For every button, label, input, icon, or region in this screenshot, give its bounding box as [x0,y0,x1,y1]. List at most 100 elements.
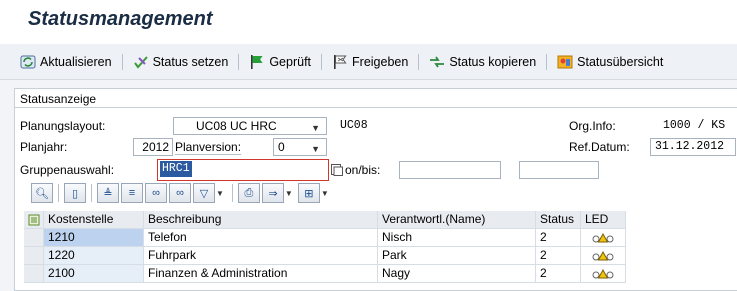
set-status-icon [133,55,149,69]
page-title: Statusmanagement [28,8,213,30]
set-status-label: Status setzen [152,54,229,69]
binoculars-icon: ∞ [152,187,160,199]
copy-status-button[interactable]: Status kopieren [423,51,542,73]
group-selection-label: Gruppenauswahl: [20,163,115,177]
from-to-label: on/bis: [345,163,381,177]
chevron-down-icon[interactable]: ▼ [311,120,320,136]
sort-descending-icon: ≡ [128,187,136,199]
cost-center-cell[interactable]: 1220 [44,247,144,265]
release-flag-icon [332,54,348,69]
planning-layout-value: UC08 UC HRC [196,119,277,133]
responsible-cell[interactable]: Park [378,247,536,265]
release-button[interactable]: Freigeben [326,51,414,73]
checked-button[interactable]: Geprüft [243,51,317,73]
copy-status-label: Status kopieren [449,54,537,69]
table-row[interactable]: 1220 Fuhrpark Park 2 [24,247,737,265]
chevron-down-icon[interactable]: ▼ [311,141,320,157]
column-header-description[interactable]: Beschreibung [144,211,378,229]
export-button[interactable]: ⇒ [261,183,284,203]
refresh-button[interactable]: Aktualisieren [14,51,118,73]
status-overview-label: Statusübersicht [577,54,664,69]
group-selection-input[interactable]: HRC1 [157,159,329,181]
layout-button[interactable]: ⊞ [297,183,320,203]
org-info-label: Org.Info: [569,119,616,133]
print-icon: ⎙ [244,186,254,199]
sort-ascending-button[interactable]: ≜ [97,183,119,203]
status-overview-button[interactable]: Statusübersicht [551,51,669,73]
toolbar-separator [91,184,92,202]
refresh-label: Aktualisieren [40,54,112,69]
find-button[interactable]: ∞ [145,183,167,203]
ref-date-field[interactable]: 31.12.2012 [650,138,736,156]
chevron-down-icon[interactable]: ▼ [285,189,293,198]
table-row[interactable]: 1210 Telefon Nisch 2 [24,229,737,247]
sort-descending-button[interactable]: ≡ [121,183,143,203]
row-selector[interactable] [24,247,44,265]
led-cell [581,247,626,265]
checked-label: Geprüft [269,54,312,69]
led-cell [581,229,626,247]
group-divider [15,107,737,108]
green-flag-icon [249,54,265,69]
toolbar-separator [321,53,323,70]
led-yellow-icon [592,232,614,242]
status-cell[interactable]: 2 [536,247,581,265]
planning-layout-label: Planungslayout: [20,119,106,133]
cost-center-cell[interactable]: 2100 [44,265,144,283]
details-button[interactable]: 🔍︎ [31,183,53,203]
cost-center-cell[interactable]: 1210 [44,229,144,247]
table-row[interactable]: 2100 Finanzen & Administration Nagy 2 [24,265,737,283]
release-label: Freigeben [352,54,409,69]
plan-year-label: Planjahr: [20,140,68,154]
find-next-button[interactable]: ∞ [169,183,191,203]
description-cell[interactable]: Finanzen & Administration [144,265,378,283]
ref-date-label: Ref.Datum: [569,140,630,154]
set-status-button[interactable]: Status setzen [127,51,235,73]
description-cell[interactable]: Fuhrpark [144,247,378,265]
column-header-led[interactable]: LED [581,211,626,229]
row-selector[interactable] [24,265,44,283]
row-selector[interactable] [24,229,44,247]
document-icon: ▯ [71,187,79,200]
led-yellow-icon [592,268,614,278]
responsible-cell[interactable]: Nagy [378,265,536,283]
planning-layout-code: UC08 [340,119,368,132]
table-header-row: Kostenstelle Beschreibung Verantwortl.(N… [24,211,737,229]
toolbar-separator [238,53,240,70]
description-cell[interactable]: Telefon [144,229,378,247]
print-button[interactable]: ⎙ [237,183,260,203]
refresh-icon [20,55,36,69]
to-field[interactable] [519,161,599,179]
application-toolbar: Aktualisieren Status setzen Geprüft Frei… [0,44,737,80]
binoculars-next-icon: ∞ [176,187,184,199]
status-cell[interactable]: 2 [536,265,581,283]
filter-button[interactable]: ▽ [193,183,215,203]
value-help-icon[interactable] [331,164,343,176]
plan-version-label: Planversion: [175,140,242,155]
from-field[interactable] [399,161,501,179]
copy-button[interactable]: ▯ [64,183,86,203]
grid-layout-icon: ⊞ [304,187,314,200]
sort-ascending-icon: ≜ [103,187,113,200]
group-title: Statusanzeige [20,92,97,106]
status-overview-icon [557,55,573,69]
column-header-status[interactable]: Status [536,211,581,229]
org-info-value: 1000 / KS [663,119,726,132]
status-cell[interactable]: 2 [536,229,581,247]
column-header-responsible[interactable]: Verantwortl.(Name) [378,211,536,229]
planning-layout-select[interactable]: UC08 UC HRC ▼ [173,117,327,135]
select-all-button[interactable] [24,211,44,229]
filter-icon: ▽ [199,187,209,200]
grid-toolbar: 🔍︎ ▯ ≜ ≡ ∞ ∞ ▽ ▼ ⎙ ⇒ ▼ ⊞ ▼ [31,181,332,205]
chevron-down-icon[interactable]: ▼ [216,189,224,198]
plan-version-value: 0 [278,140,285,154]
column-header-cost-center[interactable]: Kostenstelle [44,211,144,229]
select-all-icon [28,214,39,225]
plan-version-select[interactable]: 0 ▼ [273,138,327,156]
led-cell [581,265,626,283]
export-icon: ⇒ [268,187,278,200]
plan-year-field[interactable]: 2012 [133,138,173,156]
chevron-down-icon[interactable]: ▼ [321,189,329,198]
toolbar-separator [231,184,233,202]
responsible-cell[interactable]: Nisch [378,229,536,247]
